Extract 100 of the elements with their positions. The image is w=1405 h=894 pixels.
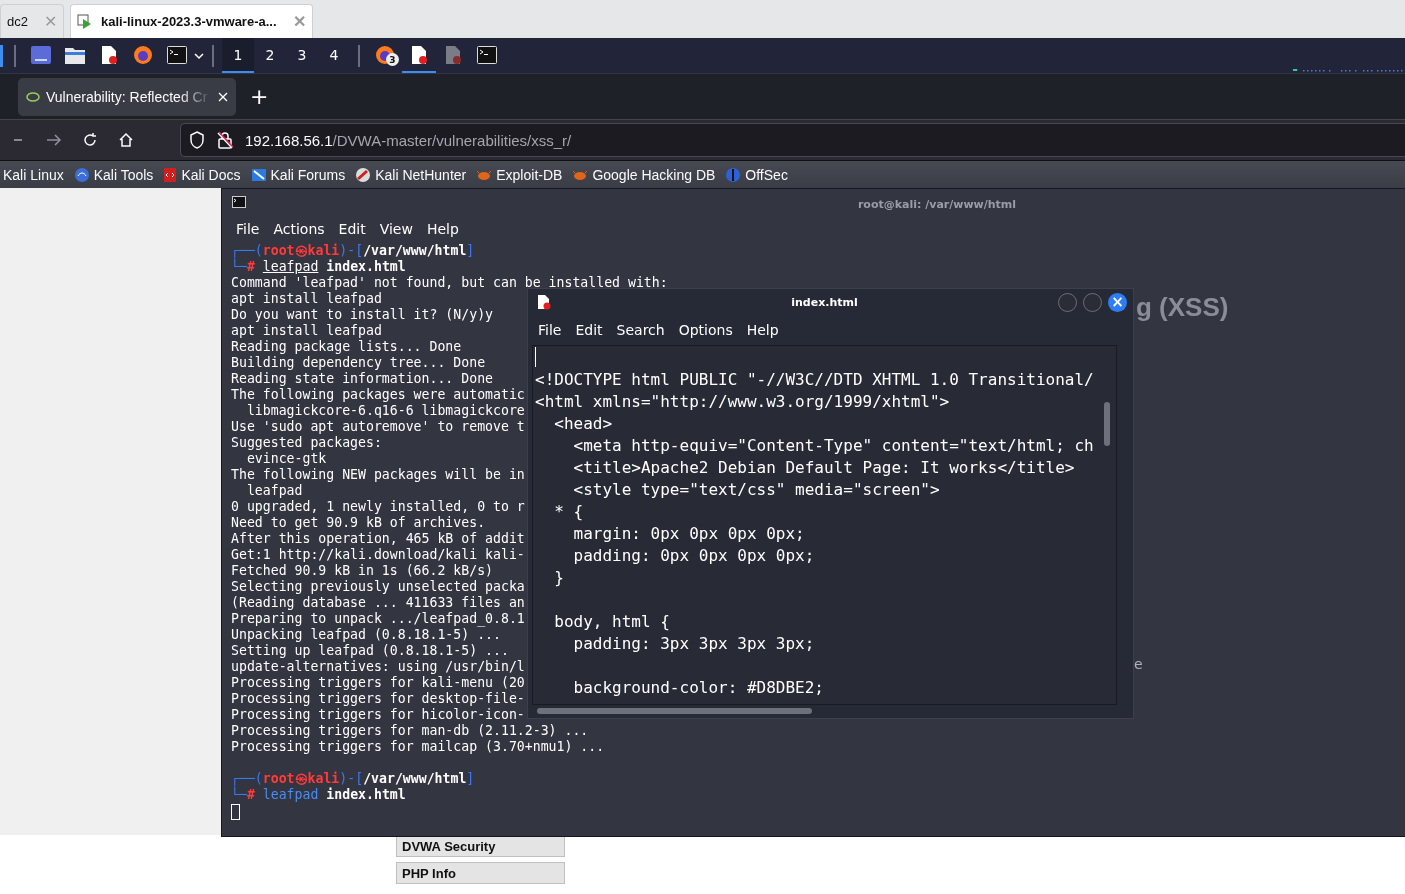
minimize-button[interactable] xyxy=(1058,292,1077,312)
text-area[interactable] xyxy=(532,345,1117,705)
menu-item[interactable]: Actions xyxy=(273,221,325,237)
bookmark-link[interactable]: Kali Forums xyxy=(250,166,346,183)
address-bar[interactable]: 192.168.56.1/DVWA-master/vulnerabilities/xss_r/ xyxy=(180,123,1405,157)
new-tab-button[interactable]: + xyxy=(250,84,269,109)
workspace-button[interactable]: 1 xyxy=(222,38,254,73)
code-line: <style type="text/css" media="screen"> xyxy=(572,480,940,499)
terminal-output: Get:1 http://kali.download/kali kali- xyxy=(231,547,525,562)
terminal-output: apt install leafpad xyxy=(231,291,382,306)
terminal-output: Command 'leafpad' not found, but can be installed with: xyxy=(231,275,668,290)
reload-icon[interactable] xyxy=(82,132,98,148)
window-title: root@kali: /var/www/html xyxy=(857,197,1017,211)
task-button[interactable]: 3 xyxy=(368,38,402,73)
text-caret xyxy=(535,347,536,367)
menu-item[interactable]: Edit xyxy=(338,221,366,237)
terminal-output: The following NEW packages will be in xyxy=(231,467,525,482)
menu-item[interactable]: Help xyxy=(746,322,779,338)
terminal-output: Use 'sudo apt autoremove' to remove t xyxy=(231,419,525,434)
terminal-output: Processing triggers for hicolor-icon- xyxy=(231,707,525,722)
terminal-output: evince-gtk xyxy=(245,451,327,466)
terminal-output: Need to get 90.9 kB of archives. xyxy=(231,515,486,530)
terminal-output: update-alternatives: using /usr/bin/l xyxy=(231,659,525,674)
menu-link[interactable]: DVWA Security xyxy=(396,835,565,857)
bookmark-link[interactable]: Kali Tools xyxy=(73,166,154,183)
menu-item[interactable]: Help xyxy=(426,221,459,237)
terminal-output: Processing triggers for kali-menu (20 xyxy=(231,675,525,690)
command-line: └─# leafpad index.html xyxy=(231,259,406,274)
insecure-lock-icon[interactable] xyxy=(217,131,233,149)
menu-item[interactable]: File xyxy=(538,322,562,338)
terminal-output: The following packages were automatic xyxy=(231,387,525,402)
workspace-button[interactable]: 4 xyxy=(318,38,350,73)
vm-tab[interactable]: kali-linux-2023.3-vmware-a... ✕ xyxy=(69,4,313,38)
scrollbar[interactable] xyxy=(1104,402,1110,446)
code-line: padding: 3px 3px 3px 3px; xyxy=(572,634,815,653)
terminal-output: Unpacking leafpad (0.8.18.1-5) ... xyxy=(231,627,501,642)
terminal-icon[interactable] xyxy=(477,45,497,64)
prompt-text: ┌──(root㉿kali)-[/var/www/html] xyxy=(231,243,475,258)
code-line: } xyxy=(553,568,564,587)
close-icon[interactable] xyxy=(218,91,228,102)
terminal-output: apt install leafpad xyxy=(231,323,382,338)
code-line: background-color: #D8DBE2; xyxy=(572,678,824,697)
prompt-text: ┌──(root㉿kali)-[/var/www/html] xyxy=(231,771,475,786)
app-menu-icon[interactable] xyxy=(30,44,52,65)
bookmark-link[interactable]: Google Hacking DB xyxy=(572,166,716,183)
terminal-output: Reading package lists... Done xyxy=(231,339,462,354)
terminal-output: Processing triggers for man-db (2.11.2-3) ... xyxy=(231,723,589,738)
browser-icon[interactable] xyxy=(133,44,153,65)
bookmark-link[interactable]: Kali NetHunter xyxy=(355,166,467,183)
terminal-output: Do you want to install it? (N/y)y xyxy=(231,307,493,322)
forum-icon xyxy=(250,166,267,183)
bookmark-link[interactable]: Exploit-DB xyxy=(476,166,563,183)
loading-icon xyxy=(26,89,40,104)
vm-tab-title: kali-linux-2023.3-vmware-a... xyxy=(100,14,277,29)
forward-icon[interactable] xyxy=(46,133,62,147)
vm-tab[interactable]: dc2 ✕ xyxy=(0,4,64,38)
code-line: <!DOCTYPE html PUBLIC "-//W3C//DTD XHTML 1.0 Transitional/ xyxy=(535,370,1094,389)
caret-icon[interactable] xyxy=(194,51,204,60)
browser-tab[interactable]: Vulnerability: Reflected Cr xyxy=(18,77,236,116)
text-editor-icon[interactable] xyxy=(410,44,428,65)
code-line: margin: 0px 0px 0px 0px; xyxy=(572,524,805,543)
workspace-button[interactable]: 3 xyxy=(286,38,318,73)
terminal-output: libmagickcore-6.q16-6 libmagickcore xyxy=(245,403,525,418)
menu-item[interactable]: Edit xyxy=(575,322,603,338)
menu-item[interactable]: View xyxy=(379,221,413,237)
workspace-button[interactable]: 2 xyxy=(254,38,286,73)
dragon-icon xyxy=(73,166,90,183)
offsec-icon xyxy=(725,166,742,183)
menu-item[interactable]: Options xyxy=(678,322,733,338)
menu-item[interactable]: Search xyxy=(616,322,665,338)
bookmark-link[interactable]: Kali Linux xyxy=(3,166,64,183)
code-line: padding: 0px 0px 0px 0px; xyxy=(572,546,815,565)
document-icon xyxy=(537,294,551,310)
nethunter-icon xyxy=(355,166,372,183)
terminal-icon xyxy=(232,196,246,208)
document-icon[interactable] xyxy=(444,44,462,65)
menu-item[interactable]: File xyxy=(236,221,260,237)
code-line: <html xmlns="http://www.w3.org/1999/xhtml"> xyxy=(535,392,950,411)
terminal-icon[interactable] xyxy=(167,45,187,64)
menu-link[interactable]: PHP Info xyxy=(396,862,565,884)
code-line: <meta http-equiv="Content-Type" content="text/html; ch xyxy=(572,436,1094,455)
terminal-output: 0 upgraded, 1 newly installed, 0 to r xyxy=(231,499,525,514)
page-text: e xyxy=(1134,656,1143,672)
bookmark-link[interactable]: Kali Docs xyxy=(163,166,241,183)
network-graph-icon xyxy=(1293,66,1405,73)
home-icon[interactable] xyxy=(118,132,134,148)
terminal-output: Fetched 90.9 kB in 1s (66.2 kB/s) xyxy=(231,563,493,578)
bookmark-link[interactable]: OffSec xyxy=(725,166,788,183)
maximize-button[interactable] xyxy=(1083,292,1102,312)
terminal-output: leafpad xyxy=(245,483,303,498)
scrollbar[interactable] xyxy=(537,708,812,714)
close-button[interactable]: × xyxy=(1108,292,1127,312)
terminal-output: Building dependency tree... Done xyxy=(231,355,486,370)
shield-icon[interactable] xyxy=(189,131,205,149)
url-text: 192.168.56.1/DVWA-master/vulnerabilities/xss_r/ xyxy=(245,131,572,149)
text-editor-icon[interactable] xyxy=(100,44,118,65)
terminal-output: Selecting previously unselected packa xyxy=(231,579,525,594)
panel-edge-icon xyxy=(0,44,6,67)
vm-tab-title: dc2 xyxy=(7,14,28,29)
command-line: └─# leafpad index.html xyxy=(231,787,406,802)
